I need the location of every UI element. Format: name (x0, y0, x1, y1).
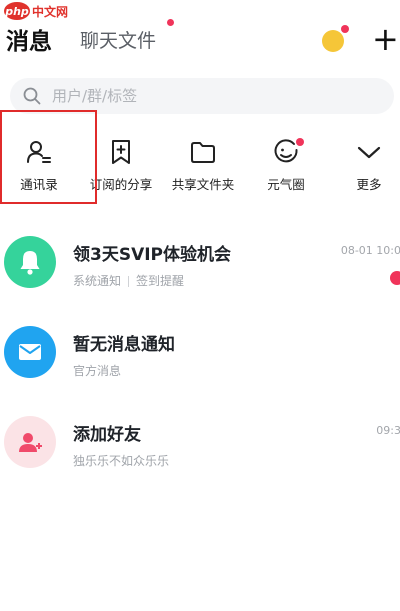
quick-action-contacts[interactable]: 通讯录 (1, 130, 77, 200)
message-item-official[interactable]: 暂无消息通知 官方消息 (0, 312, 400, 402)
message-time: 08-01 10:09 (340, 244, 400, 257)
quick-action-yuanqi-circle[interactable]: 元气圈 (248, 130, 324, 200)
chevron-down-icon (357, 146, 381, 159)
message-avatar (4, 326, 56, 378)
bookmark-add-icon (112, 140, 130, 164)
search-bar[interactable] (10, 78, 394, 114)
message-avatar (4, 236, 56, 288)
message-subtitle: 官方消息 (73, 364, 122, 378)
folder-icon (191, 142, 215, 163)
quick-action-more[interactable]: 更多 (331, 130, 400, 200)
unread-badge (390, 271, 400, 285)
tab-files-unread-dot (167, 19, 174, 26)
quick-actions: 通讯录 订阅的分享 共享文件夹 元气圈 更多 (0, 130, 400, 200)
status-unread-dot (341, 25, 349, 33)
search-input[interactable] (52, 87, 352, 105)
message-source: 系统通知 (73, 274, 122, 288)
bell-icon (20, 251, 40, 275)
quick-action-subscribed-shares[interactable]: 订阅的分享 (83, 130, 159, 200)
quick-action-label: 订阅的分享 (89, 177, 153, 192)
add-button[interactable]: + (372, 21, 399, 57)
message-list: 领3天SVIP体验机会 系统通知签到提醒 08-01 10:09 暂无消息通知 … (0, 222, 400, 492)
search-icon (23, 87, 41, 105)
status-icon (322, 30, 344, 52)
top-bar: 消息 聊天文件 + (0, 19, 400, 62)
quick-action-label: 元气圈 (267, 177, 305, 192)
mail-icon (19, 344, 41, 360)
message-subtitle: 系统通知 签到提醒 (73, 272, 184, 289)
message-subtitle: 独乐乐不如众乐乐 (73, 454, 170, 468)
message-item-add-friend[interactable]: 添加好友 独乐乐不如众乐乐 09:37 (0, 402, 400, 492)
message-avatar (4, 416, 56, 468)
message-title: 暂无消息通知 (73, 335, 175, 355)
tab-chat-files[interactable]: 聊天文件 (80, 26, 156, 53)
status-button[interactable] (322, 25, 349, 52)
message-item-svip[interactable]: 领3天SVIP体验机会 系统通知签到提醒 08-01 10:09 (0, 222, 400, 312)
site-watermark: php 中文网 (4, 2, 68, 20)
message-title: 添加好友 (73, 425, 141, 445)
message-title: 领3天SVIP体验机会 (73, 245, 232, 265)
add-friend-icon (19, 433, 42, 452)
contacts-icon (27, 141, 51, 163)
message-time: 09:37 (376, 424, 400, 437)
message-tag: 签到提醒 (136, 274, 185, 288)
quick-action-label: 更多 (356, 177, 382, 192)
quick-action-label: 共享文件夹 (171, 177, 235, 192)
tab-messages[interactable]: 消息 (6, 22, 52, 56)
watermark-text: 中文网 (32, 4, 69, 19)
quick-action-unread-dot (296, 138, 304, 146)
quick-action-shared-folder[interactable]: 共享文件夹 (165, 130, 241, 200)
quick-action-label: 通讯录 (20, 177, 58, 192)
watermark-logo: php (4, 2, 30, 20)
